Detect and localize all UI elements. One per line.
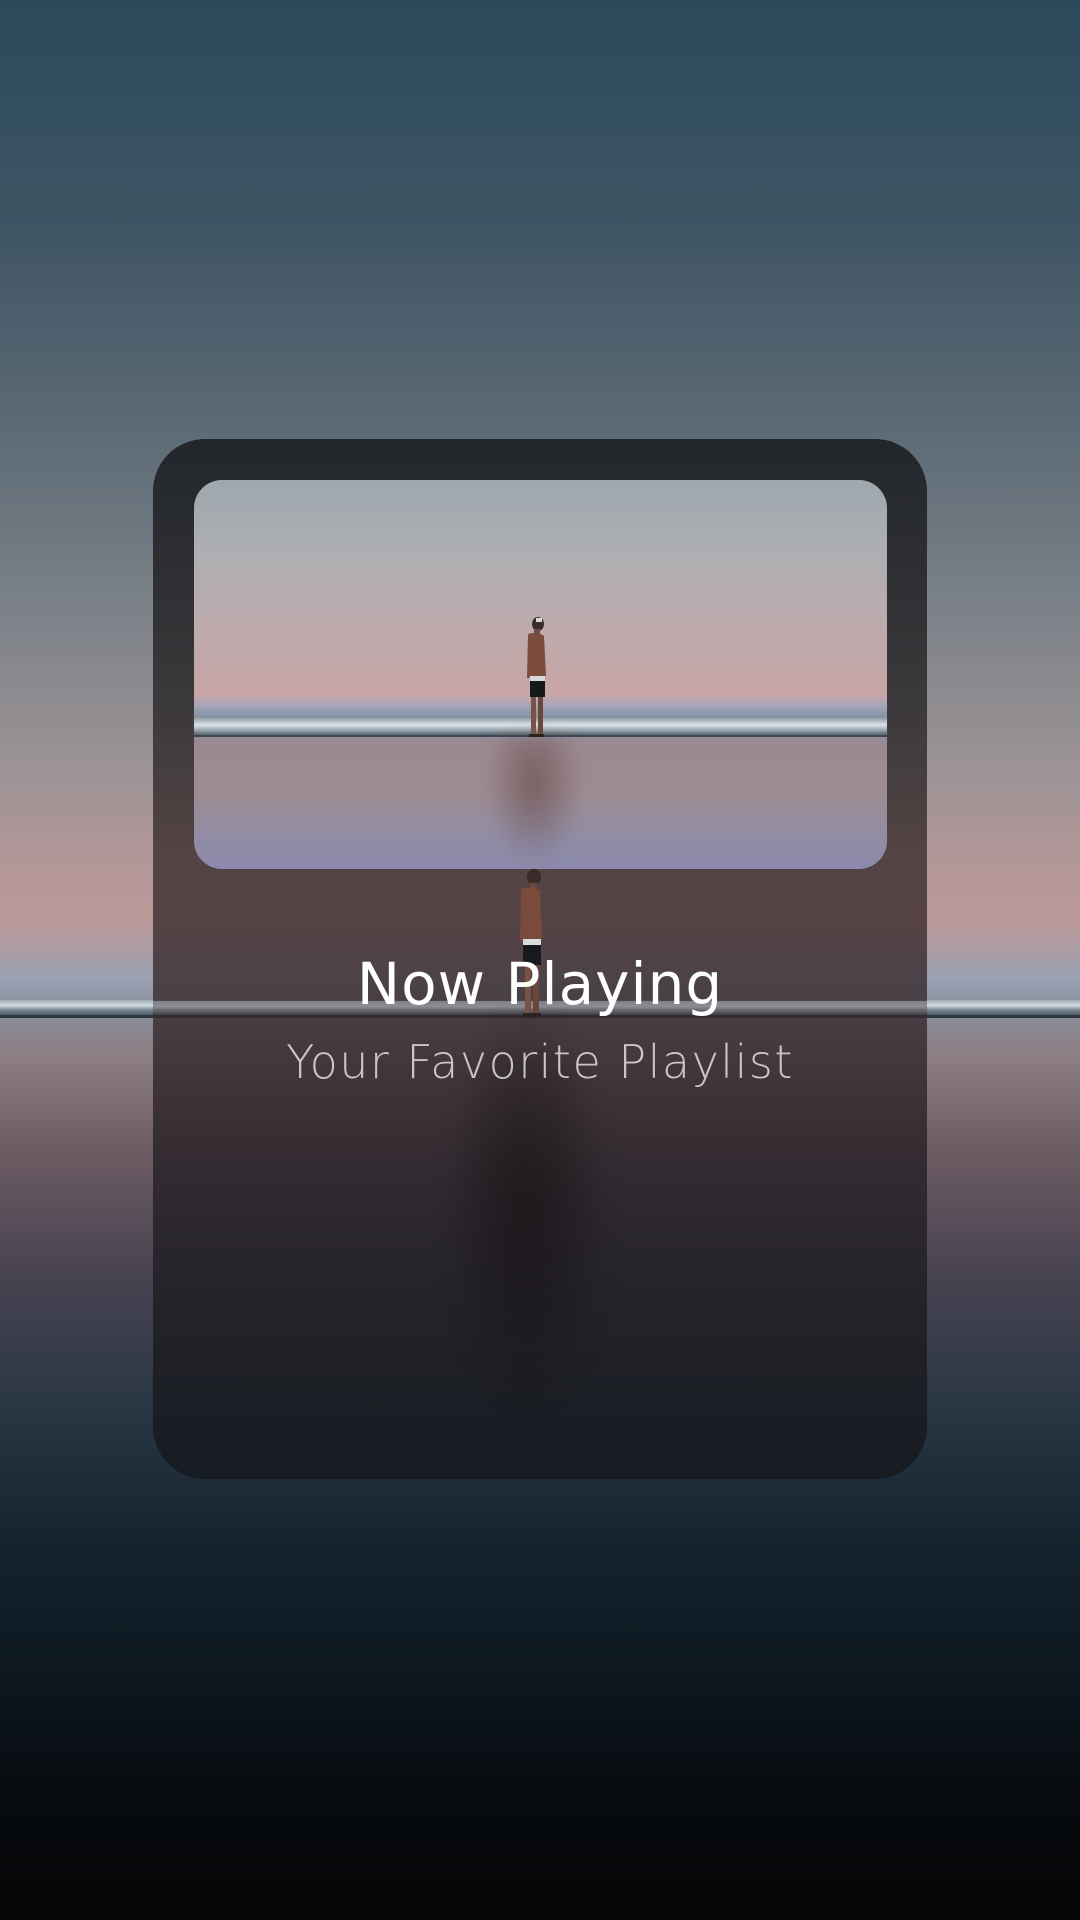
playlist-subtitle: Your Favorite Playlist	[286, 1035, 794, 1089]
now-playing-card[interactable]: Now Playing Your Favorite Playlist	[153, 439, 927, 1479]
album-art-reflection	[484, 735, 584, 869]
now-playing-screen: Now Playing Your Favorite Playlist	[0, 0, 1080, 1920]
album-art-image[interactable]	[194, 480, 887, 869]
now-playing-title: Now Playing	[356, 950, 724, 1018]
album-art-person-figure	[527, 617, 546, 737]
